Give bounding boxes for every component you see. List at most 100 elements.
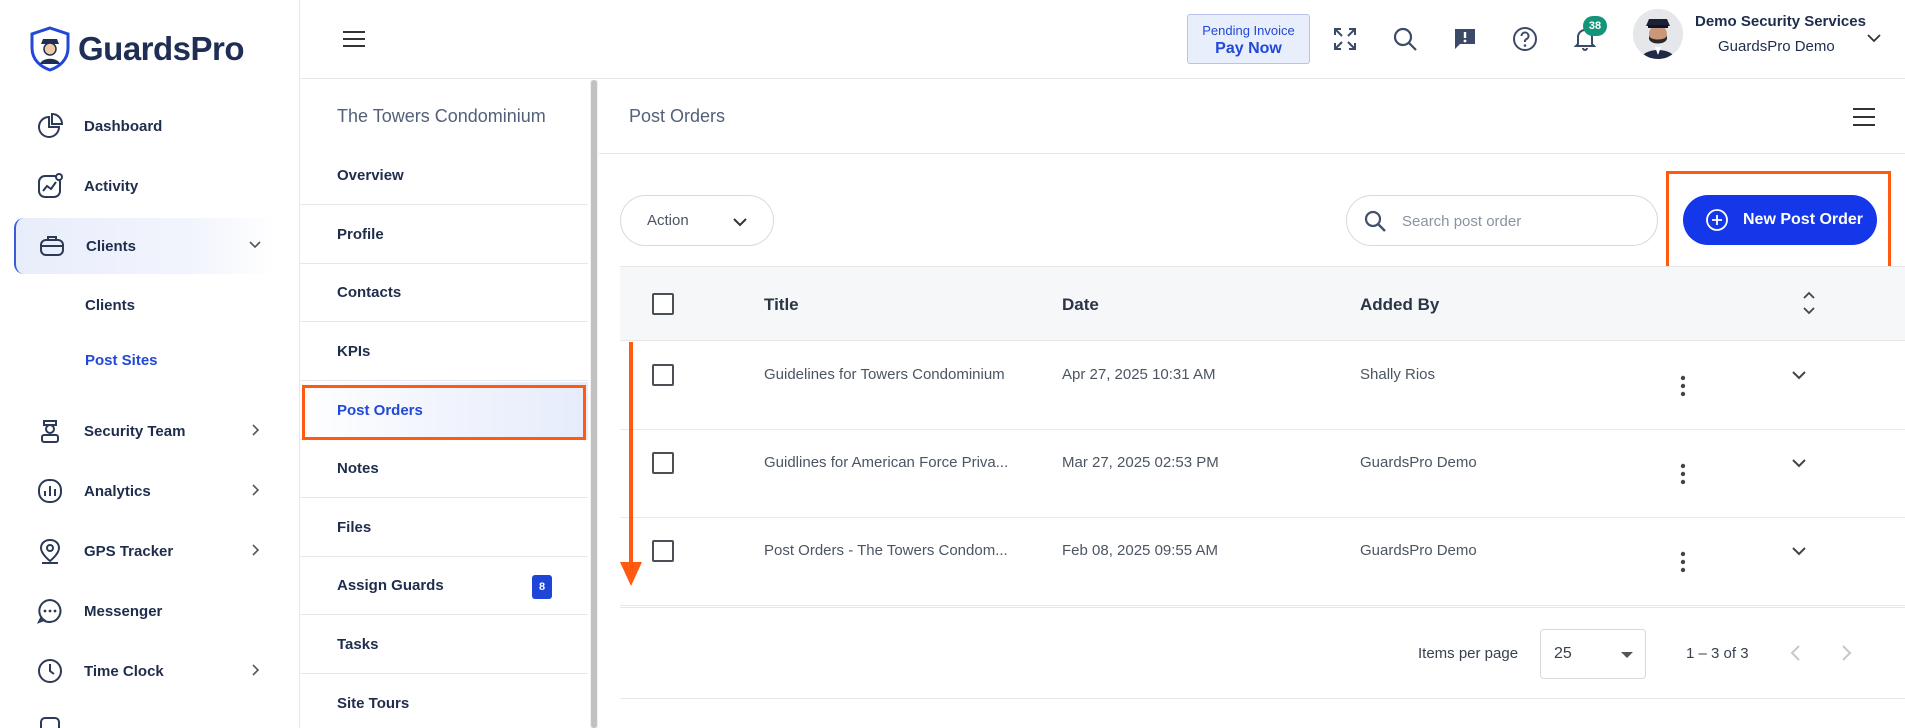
sidebar-item-label: Time Clock — [84, 662, 164, 680]
user-name: GuardsPro Demo — [1718, 38, 1835, 55]
chevron-down-icon[interactable] — [1790, 542, 1808, 560]
table-row[interactable]: Post Orders - The Towers Condom... Feb 0… — [620, 518, 1905, 606]
column-header-added-by[interactable]: Added By — [1360, 295, 1439, 315]
column-header-date[interactable]: Date — [1062, 295, 1099, 315]
pie-chart-icon — [38, 112, 64, 138]
post-site-title: The Towers Condominium — [337, 106, 546, 126]
row-title[interactable]: Post Orders - The Towers Condom... — [764, 542, 1008, 559]
row-title[interactable]: Guidlines for American Force Priva... — [764, 454, 1008, 471]
subnav-scrollbar[interactable] — [590, 80, 598, 728]
tab-overview[interactable]: Overview — [300, 147, 588, 205]
items-per-page-select[interactable]: 25 — [1540, 629, 1646, 679]
user-company-name: Demo Security Services — [1695, 13, 1866, 30]
chevron-down-icon[interactable] — [1790, 454, 1808, 472]
search-icon[interactable] — [1392, 26, 1418, 52]
row-checkbox[interactable] — [652, 364, 674, 386]
items-per-page-label: Items per page — [1418, 645, 1519, 662]
guard-shield-icon — [30, 26, 70, 72]
brand-name: GuardsPro — [78, 30, 245, 67]
more-vertical-icon[interactable] — [1679, 550, 1687, 574]
pending-invoice-button[interactable]: Pending Invoice Pay Now — [1187, 14, 1310, 64]
sidebar: GuardsPro Dashboard Activity Clients Cli… — [0, 0, 300, 728]
row-title[interactable]: Guidelines for Towers Condominium — [764, 366, 1005, 383]
action-dropdown[interactable]: Action — [620, 195, 774, 246]
analytics-chart-icon — [38, 479, 62, 503]
tab-assign-guards[interactable]: Assign Guards 8 — [300, 557, 588, 615]
chevron-right-icon — [252, 424, 260, 436]
column-header-title[interactable]: Title — [764, 295, 799, 315]
row-date: Feb 08, 2025 09:55 AM — [1062, 542, 1218, 559]
brand-logo[interactable]: GuardsPro — [28, 26, 245, 72]
activity-graph-icon — [38, 173, 63, 198]
notification-count-badge: 38 — [1583, 16, 1607, 36]
new-post-order-label: New Post Order — [1743, 211, 1864, 228]
briefcase-icon — [40, 236, 64, 256]
chevron-down-icon — [733, 218, 747, 227]
chevron-down-icon[interactable] — [1866, 30, 1882, 46]
search-icon — [1364, 210, 1386, 232]
sidebar-subitem-post-sites[interactable]: Post Sites — [85, 352, 158, 369]
more-vertical-icon[interactable] — [1679, 374, 1687, 398]
sidebar-item-analytics[interactable]: Analytics — [14, 463, 276, 519]
reports-icon — [40, 717, 60, 728]
sidebar-item-dashboard[interactable]: Dashboard — [14, 98, 276, 154]
tab-contacts[interactable]: Contacts — [300, 264, 588, 322]
sidebar-item-label: Clients — [86, 237, 137, 255]
next-page-icon[interactable] — [1838, 643, 1854, 663]
avatar[interactable] — [1633, 9, 1683, 59]
sidebar-item-label: Analytics — [84, 482, 151, 500]
tab-files[interactable]: Files — [300, 499, 588, 557]
search-input[interactable] — [1402, 208, 1642, 234]
pending-invoice-label: Pending Invoice — [1202, 23, 1295, 38]
sidebar-item-activity[interactable]: Activity — [14, 158, 276, 214]
select-all-checkbox[interactable] — [652, 293, 674, 315]
new-post-order-button[interactable]: New Post Order — [1683, 195, 1877, 245]
chevron-down-icon — [249, 241, 261, 249]
tab-site-tours[interactable]: Site Tours — [300, 674, 588, 728]
sidebar-item-label: Messenger — [84, 602, 163, 620]
hamburger-menu-icon[interactable] — [1852, 106, 1876, 128]
sidebar-item-messenger[interactable]: Messenger — [14, 583, 276, 639]
plus-circle-icon — [1706, 209, 1728, 231]
help-question-icon[interactable] — [1512, 26, 1538, 52]
pay-now-label: Pay Now — [1215, 40, 1282, 57]
items-per-page-value: 25 — [1554, 645, 1572, 662]
sidebar-item-security-team[interactable]: Security Team — [14, 403, 276, 459]
user-avatar-icon — [1633, 9, 1683, 59]
scrollbar-thumb[interactable] — [591, 80, 597, 728]
sidebar-item-gps-tracker[interactable]: GPS Tracker — [14, 523, 276, 579]
chat-bubble-icon — [36, 598, 62, 624]
sidebar-item-label: GPS Tracker — [84, 542, 174, 560]
sidebar-subitem-clients[interactable]: Clients — [85, 297, 135, 314]
row-date: Mar 27, 2025 02:53 PM — [1062, 454, 1219, 471]
fullscreen-expand-icon[interactable] — [1332, 26, 1358, 52]
table-row[interactable]: Guidlines for American Force Priva... Ma… — [620, 430, 1905, 518]
clock-icon — [38, 659, 62, 683]
table-row[interactable]: Guidelines for Towers Condominium Apr 27… — [620, 342, 1905, 430]
row-checkbox[interactable] — [652, 452, 674, 474]
row-added-by: Shally Rios — [1360, 366, 1436, 383]
row-date: Apr 27, 2025 10:31 AM — [1062, 366, 1216, 383]
chevron-right-icon — [252, 664, 260, 676]
hamburger-menu-icon[interactable] — [342, 29, 366, 49]
row-added-by: GuardsPro Demo — [1360, 454, 1477, 471]
row-checkbox[interactable] — [652, 540, 674, 562]
sidebar-item-label: Security Team — [84, 422, 186, 440]
collapse-all-icon[interactable] — [1800, 290, 1818, 316]
sidebar-item-label: Activity — [84, 177, 139, 195]
table-header: Title Date Added By — [620, 266, 1905, 341]
row-added-by: GuardsPro Demo — [1360, 542, 1477, 559]
tab-profile[interactable]: Profile — [300, 206, 588, 264]
previous-page-icon[interactable] — [1788, 643, 1804, 663]
tab-tasks[interactable]: Tasks — [300, 616, 588, 674]
chevron-down-icon[interactable] — [1790, 366, 1808, 384]
tab-notes[interactable]: Notes — [300, 440, 588, 498]
tab-kpis[interactable]: KPIs — [300, 323, 588, 381]
tab-post-orders[interactable]: Post Orders — [300, 382, 588, 440]
more-vertical-icon[interactable] — [1679, 462, 1687, 486]
sidebar-item-clients[interactable]: Clients — [14, 218, 276, 274]
sidebar-item-time-clock[interactable]: Time Clock — [14, 643, 276, 699]
main-title-bar — [599, 79, 1905, 154]
sidebar-item-label: Dashboard — [84, 117, 163, 135]
feedback-alert-icon[interactable] — [1452, 26, 1478, 52]
